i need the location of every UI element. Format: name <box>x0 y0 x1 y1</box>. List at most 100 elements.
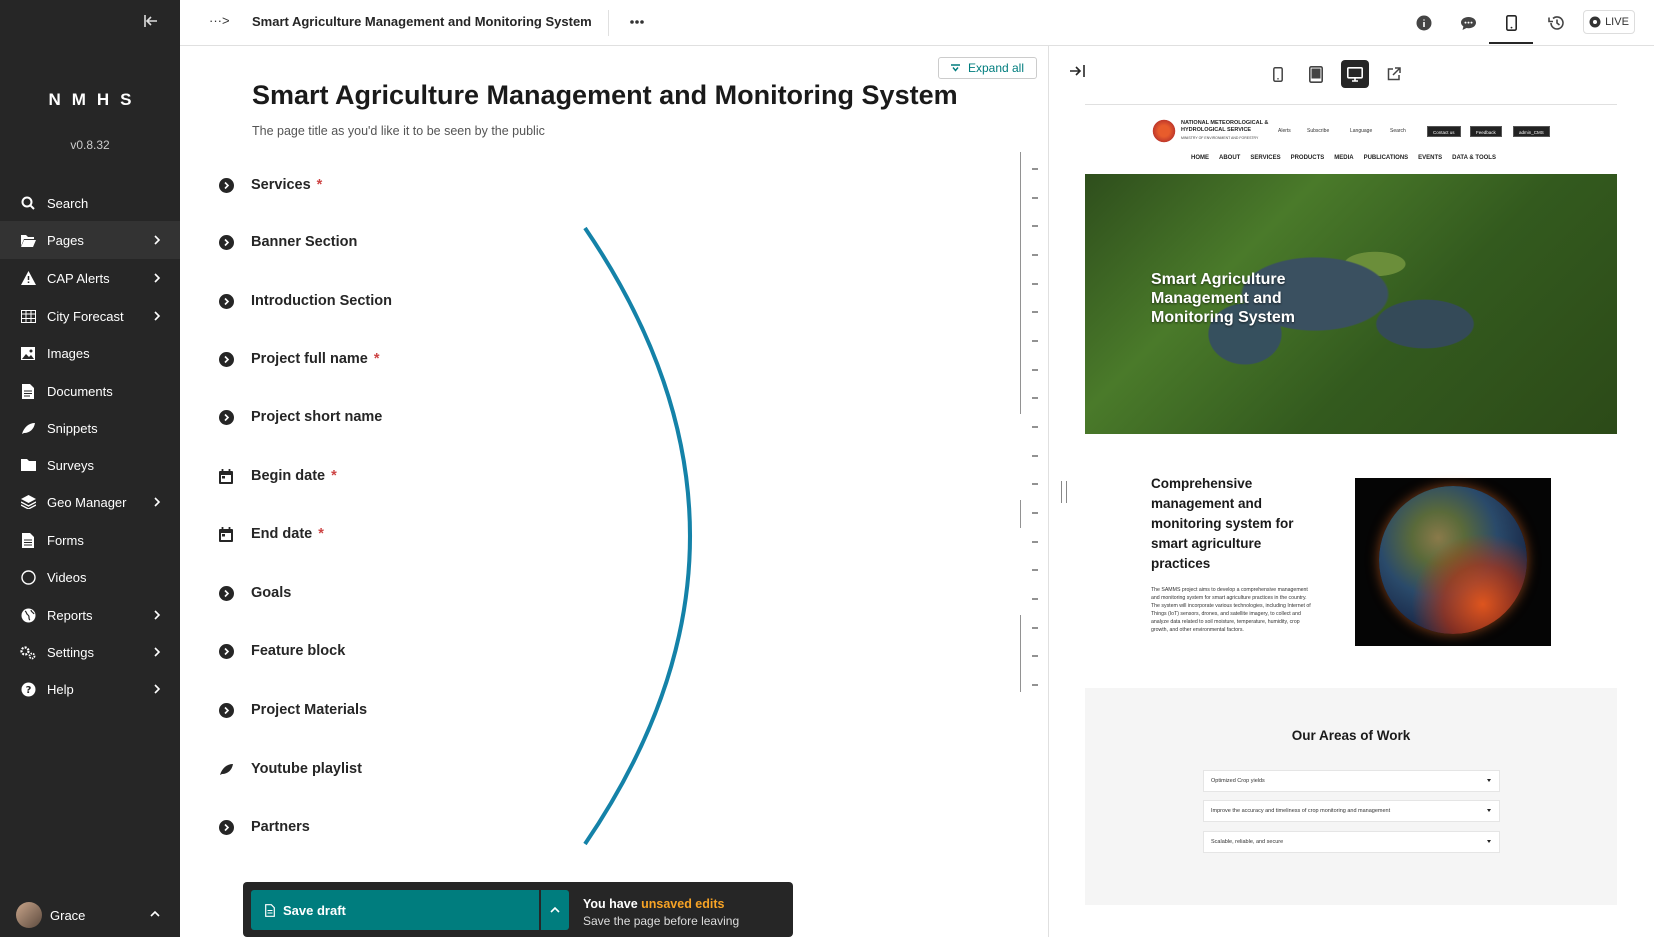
open-in-new-tab-button[interactable] <box>1380 60 1408 88</box>
sidebar-item-surveys[interactable]: Surveys <box>0 446 180 484</box>
field-project-short-name[interactable]: Project short name <box>218 406 382 428</box>
field-services[interactable]: Services * <box>218 174 322 196</box>
sidebar-item-settings[interactable]: Settings <box>0 633 180 671</box>
breadcrumb-toggle[interactable]: ···> <box>209 13 230 28</box>
more-save-actions-button[interactable] <box>541 890 569 930</box>
search-icon <box>20 195 36 211</box>
live-label: LIVE <box>1605 16 1629 28</box>
history-button[interactable] <box>1544 11 1568 35</box>
desktop-icon <box>1347 66 1363 82</box>
sidebar-item-search[interactable]: Search <box>0 184 180 222</box>
field-youtube-playlist[interactable]: Youtube playlist <box>218 758 362 780</box>
chevron-right-icon <box>154 647 161 657</box>
brand-logo[interactable]: NMHS <box>0 90 180 110</box>
field-feature-block[interactable]: Feature block <box>218 640 345 662</box>
sidebar-item-forms[interactable]: Forms <box>0 521 180 559</box>
site-nav-about[interactable]: ABOUT <box>1219 155 1240 161</box>
site-contact-button[interactable]: Contact us <box>1427 126 1461 137</box>
site-nav-home[interactable]: HOME <box>1191 155 1209 161</box>
site-nav-media[interactable]: MEDIA <box>1334 155 1353 161</box>
field-partners[interactable]: Partners <box>218 816 310 838</box>
sidebar-item-city-forecast[interactable]: City Forecast <box>0 297 180 335</box>
site-admin-button[interactable]: admin_CMS <box>1513 126 1550 137</box>
preview-mobile-button[interactable] <box>1264 60 1292 88</box>
site-name: NATIONAL METEOROLOGICAL & HYDROLOGICAL S… <box>1181 120 1269 133</box>
live-status-button[interactable]: LIVE <box>1583 10 1635 34</box>
collapse-arrow-icon <box>144 15 157 27</box>
site-nav-products[interactable]: PRODUCTS <box>1291 155 1325 161</box>
field-introduction-section[interactable]: Introduction Section <box>218 290 392 312</box>
site-alerts-link[interactable]: Alerts <box>1278 128 1291 134</box>
resize-handle[interactable] <box>1061 481 1067 503</box>
site-nav-services[interactable]: SERVICES <box>1250 155 1280 161</box>
close-preview-button[interactable] <box>1069 64 1089 84</box>
globe-icon <box>20 607 36 623</box>
site-logo[interactable] <box>1151 118 1177 144</box>
expand-all-button[interactable]: Expand all <box>938 57 1037 79</box>
expand-circle-icon <box>218 585 234 601</box>
field-label: Partners <box>251 819 310 835</box>
sidebar-item-snippets[interactable]: Snippets <box>0 409 180 447</box>
more-actions-button[interactable] <box>625 10 649 34</box>
warning-icon <box>20 270 36 286</box>
caret-down-icon <box>1487 840 1491 843</box>
comments-button[interactable] <box>1456 11 1480 35</box>
sidebar-item-videos[interactable]: Videos <box>0 558 180 596</box>
expand-circle-icon <box>218 234 234 250</box>
unsaved-subtext: Save the page before leaving <box>583 914 740 928</box>
sidebar-item-help[interactable]: ? Help <box>0 670 180 708</box>
help-icon: ? <box>20 681 36 697</box>
site-feedback-button[interactable]: Feedback <box>1470 126 1502 137</box>
field-project-full-name[interactable]: Project full name * <box>218 348 380 370</box>
required-marker: * <box>373 351 380 367</box>
sidebar-item-geo-manager[interactable]: Geo Manager <box>0 483 180 521</box>
intro-title: Comprehensive management and monitoring … <box>1151 476 1294 571</box>
chevron-up-icon <box>550 906 560 913</box>
minimap[interactable] <box>1020 102 1050 692</box>
field-end-date[interactable]: End date * <box>218 523 324 545</box>
calendar-icon <box>218 468 234 484</box>
expand-circle-icon <box>218 702 234 718</box>
sidebar-item-documents[interactable]: Documents <box>0 372 180 410</box>
sidebar-item-label: Forms <box>47 532 84 548</box>
site-nav-publications[interactable]: PUBLICATIONS <box>1364 155 1409 161</box>
field-label: Feature block <box>251 643 346 659</box>
accordion-item[interactable]: Improve the accuracy and timeliness of c… <box>1203 800 1500 822</box>
history-icon <box>1547 16 1564 30</box>
accordion-item[interactable]: Optimized Crop yields <box>1203 770 1500 792</box>
sidebar-item-pages[interactable]: Pages <box>0 221 180 259</box>
save-draft-label: Save draft <box>283 902 346 918</box>
collapse-sidebar-button[interactable] <box>140 13 162 33</box>
tablet-icon <box>1309 65 1323 83</box>
field-label: Goals <box>251 585 292 601</box>
sidebar-item-reports[interactable]: Reports <box>0 596 180 634</box>
field-project-materials[interactable]: Project Materials <box>218 699 367 721</box>
field-begin-date[interactable]: Begin date * <box>218 465 337 487</box>
chevron-right-icon <box>154 684 161 694</box>
site-nav-events[interactable]: EVENTS <box>1418 155 1442 161</box>
field-goals[interactable]: Goals <box>218 582 291 604</box>
sidebar-item-images[interactable]: Images <box>0 334 180 372</box>
preview-tab-button[interactable] <box>1499 11 1523 35</box>
site-subscribe-link[interactable]: Subscribe <box>1307 128 1329 134</box>
site-language-link[interactable]: Language <box>1350 128 1372 134</box>
expand-circle-icon <box>218 351 234 367</box>
eye-icon <box>1589 16 1601 28</box>
accordion-item[interactable]: Scalable, reliable, and secure <box>1203 831 1500 853</box>
layers-icon <box>20 494 36 510</box>
forms-icon <box>20 532 36 548</box>
hero-banner: Smart Agriculture Management and Monitor… <box>1085 174 1617 434</box>
page-heading[interactable]: Smart Agriculture Management and Monitor… <box>252 80 958 111</box>
info-icon <box>1416 15 1432 31</box>
preview-tablet-button[interactable] <box>1302 60 1330 88</box>
sidebar-item-cap-alerts[interactable]: CAP Alerts <box>0 259 180 297</box>
preview-desktop-button[interactable] <box>1341 60 1369 88</box>
chevron-right-icon <box>154 497 161 507</box>
account-menu[interactable]: Grace <box>0 893 180 937</box>
site-search-link[interactable]: Search <box>1390 128 1406 134</box>
field-label: Banner Section <box>251 234 358 250</box>
save-draft-button[interactable]: Save draft <box>251 890 539 930</box>
field-banner-section[interactable]: Banner Section <box>218 231 357 253</box>
site-nav-data-tools[interactable]: DATA & TOOLS <box>1452 155 1496 161</box>
info-button[interactable] <box>1412 11 1436 35</box>
